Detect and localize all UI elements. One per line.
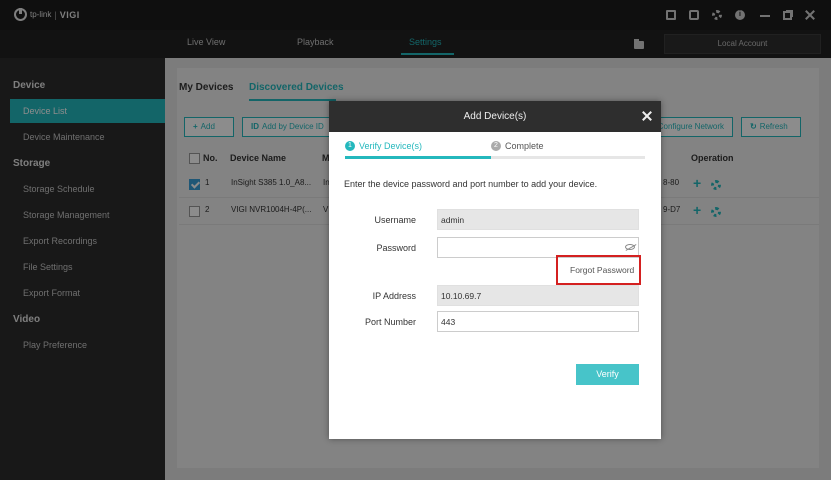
dialog-header: Add Device(s) [329,101,661,132]
close-icon[interactable] [642,111,652,121]
password-label: Password [376,243,416,253]
step-verify-device: 1 Verify Device(s) [345,141,422,151]
step-number: 2 [491,141,501,151]
step-label: Verify Device(s) [359,141,423,151]
hide-password-eye-icon[interactable] [625,244,635,250]
add-device-dialog: Add Device(s) 1 Verify Device(s) 2 Compl… [329,101,661,439]
step-number: 1 [345,141,355,151]
step-complete: 2 Complete [491,141,544,151]
ip-address-field[interactable] [437,285,639,306]
step-label: Complete [505,141,544,151]
dialog-instruction: Enter the device password and port numbe… [344,179,598,189]
port-number-field[interactable] [437,311,639,332]
verify-button[interactable]: Verify [576,364,639,385]
step-progress-fill [345,156,491,159]
forgot-password-link[interactable]: Forgot Password [570,265,634,275]
ip-address-label: IP Address [372,291,416,301]
dialog-title: Add Device(s) [463,111,527,122]
port-number-label: Port Number [364,317,416,327]
username-label: Username [374,215,416,225]
username-field[interactable] [437,209,639,230]
